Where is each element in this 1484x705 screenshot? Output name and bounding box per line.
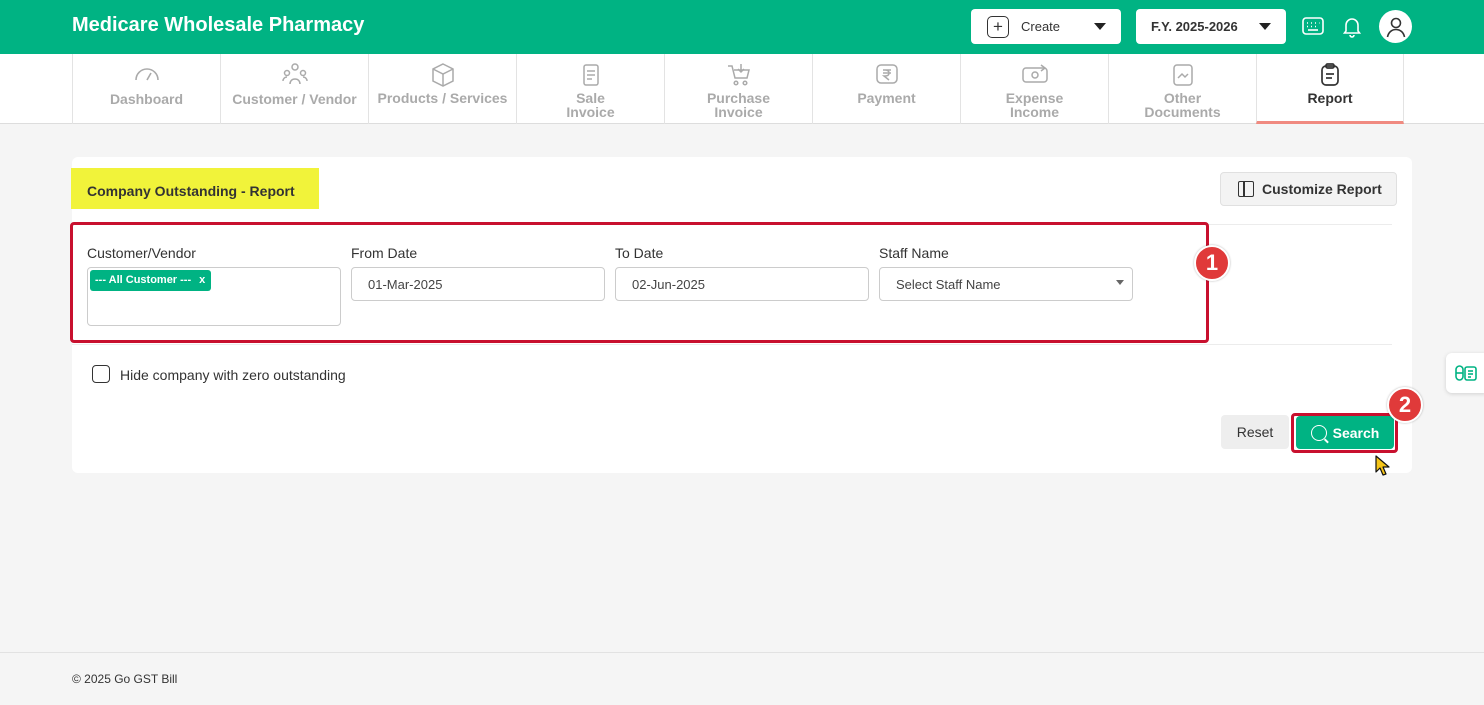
annotation-step-badge-2: 2	[1387, 387, 1423, 423]
footer-divider	[0, 652, 1484, 653]
tab-label: Payment	[857, 90, 916, 106]
tab-label-line2: Invoice	[714, 104, 763, 120]
tab-report[interactable]: Report	[1256, 54, 1404, 124]
tab-other-documents[interactable]: Other Documents	[1108, 54, 1256, 124]
mouse-cursor-icon	[1375, 455, 1390, 476]
app-title: Medicare Wholesale Pharmacy	[72, 14, 365, 36]
create-dropdown-button[interactable]: + Create	[971, 9, 1121, 44]
customize-report-button[interactable]: Customize Report	[1220, 172, 1397, 206]
cart-icon	[727, 64, 750, 86]
tab-label-line1: Purchase	[706, 90, 771, 106]
search-button[interactable]: Search	[1296, 416, 1394, 449]
divider	[72, 344, 1392, 345]
tab-label: Report	[1307, 90, 1353, 106]
tab-label-line1: Sale	[576, 90, 605, 106]
pill-document-icon	[1455, 365, 1477, 381]
create-label: Create	[1021, 19, 1061, 34]
fiscal-year-dropdown[interactable]: F.Y. 2025-2026	[1136, 9, 1286, 44]
plus-icon: +	[987, 15, 1009, 38]
tab-label-line1: Expense	[1005, 90, 1064, 106]
tab-label-line1: Other	[1163, 90, 1202, 106]
annotation-step-badge-1: 1	[1194, 245, 1230, 281]
rupee-icon	[875, 64, 898, 84]
gauge-icon	[134, 68, 159, 81]
fiscal-year-label: F.Y. 2025-2026	[1151, 19, 1238, 34]
tab-label: Customer / Vendor	[232, 91, 357, 107]
columns-icon	[1238, 181, 1254, 197]
annotation-highlight-filters	[70, 222, 1209, 343]
top-header: Medicare Wholesale Pharmacy + Create F.Y…	[0, 0, 1484, 54]
tab-expense-income[interactable]: Expense Income	[960, 54, 1108, 124]
tab-label-line2: Income	[1009, 104, 1059, 120]
footer-copyright: © 2025 Go GST Bill	[72, 672, 178, 686]
hide-zero-outstanding-checkbox[interactable]	[92, 365, 110, 383]
caret-down-icon	[1094, 23, 1106, 30]
clipboard-icon	[1321, 63, 1339, 86]
tab-purchase-invoice[interactable]: Purchase Invoice	[664, 54, 812, 124]
search-label: Search	[1332, 424, 1380, 441]
search-icon	[1310, 424, 1327, 441]
tab-label: Dashboard	[109, 91, 184, 107]
tab-label-line2: Invoice	[566, 104, 615, 120]
user-avatar[interactable]	[1379, 10, 1412, 43]
invoice-icon	[582, 64, 599, 86]
box-icon	[431, 63, 454, 87]
people-icon	[281, 63, 308, 85]
caret-down-icon	[1259, 23, 1271, 30]
tab-dashboard[interactable]: Dashboard	[72, 54, 220, 124]
user-avatar-icon	[1386, 17, 1405, 37]
main-nav: Dashboard Customer / Vendor Products / S…	[0, 54, 1484, 124]
hide-zero-outstanding-label: Hide company with zero outstanding	[120, 367, 346, 383]
tab-products-services[interactable]: Products / Services	[368, 54, 516, 124]
tab-label: Products / Services	[377, 90, 508, 106]
report-title: Company Outstanding - Report	[71, 168, 319, 209]
tab-label-line2: Documents	[1144, 104, 1221, 120]
tab-sale-invoice[interactable]: Sale Invoice	[516, 54, 664, 124]
tab-payment[interactable]: Payment	[812, 54, 960, 124]
money-exchange-icon	[1021, 64, 1048, 83]
reset-button[interactable]: Reset	[1221, 415, 1289, 449]
bell-icon[interactable]	[1340, 14, 1364, 38]
keyboard-icon[interactable]	[1301, 14, 1325, 38]
side-widget-button[interactable]	[1446, 353, 1484, 393]
document-icon	[1172, 64, 1193, 86]
customize-report-label: Customize Report	[1262, 181, 1382, 197]
tab-customer-vendor[interactable]: Customer / Vendor	[220, 54, 368, 124]
